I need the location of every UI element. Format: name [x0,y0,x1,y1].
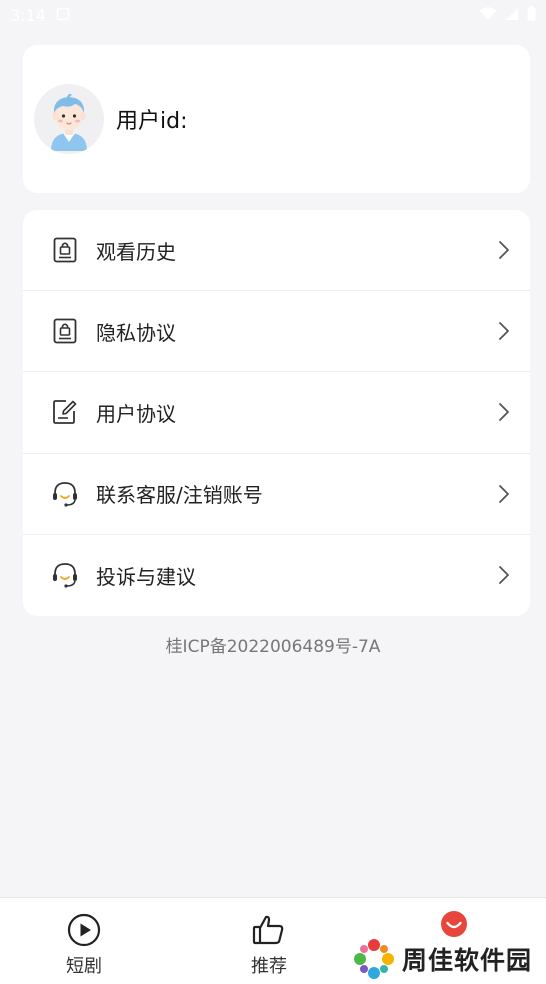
avatar-boy-icon [51,93,87,151]
menu-item-watch-history[interactable]: 观看历史 [23,210,530,292]
pinwheel-logo-icon [354,939,394,979]
menu-item-label: 隐私协议 [96,320,176,345]
menu-item-label: 用户协议 [96,401,176,426]
menu-item-complaints-suggestions[interactable]: 投诉与建议 [23,535,530,616]
headset-icon [51,561,79,589]
battery-icon [527,5,536,25]
avatar[interactable] [34,84,104,154]
menu-item-label: 观看历史 [96,239,176,264]
menu-card: 观看历史 隐私协议 用户协议 联系客服/注销账号 投诉与建议 [23,210,530,616]
user-id-label: 用户id: [116,109,188,134]
icp-license-text: 桂ICP备2022006489号-7A [165,637,381,657]
chevron-right-icon [496,239,512,261]
tab-short-drama[interactable]: 短剧 [44,912,124,978]
notification-icon [56,6,70,25]
chevron-right-icon [496,483,512,505]
lock-document-icon [51,317,79,345]
lock-document-icon [51,236,79,264]
headset-icon [51,480,79,508]
signal-icon [505,6,519,25]
tab-recommend[interactable]: 推荐 [229,912,309,978]
status-bar: 3:14 [0,0,546,30]
tab-label: 短剧 [66,956,102,977]
watermark-logo: 周佳软件园 [352,937,542,981]
profile-card: 用户id: [23,45,530,193]
chevron-right-icon [496,564,512,586]
menu-item-label: 投诉与建议 [96,564,196,589]
menu-item-label: 联系客服/注销账号 [96,483,263,508]
menu-item-privacy-policy[interactable]: 隐私协议 [23,291,530,373]
chevron-right-icon [496,401,512,423]
thumbs-up-icon [251,912,287,948]
watermark-text: 周佳软件园 [402,946,533,975]
wifi-icon [479,6,497,25]
play-circle-icon [66,912,102,948]
edit-document-icon [51,398,79,426]
status-time: 3:14 [10,5,46,25]
menu-item-contact-support[interactable]: 联系客服/注销账号 [23,454,530,535]
chevron-right-icon [496,320,512,342]
tab-label: 推荐 [251,956,287,977]
menu-item-user-agreement[interactable]: 用户协议 [23,372,530,454]
